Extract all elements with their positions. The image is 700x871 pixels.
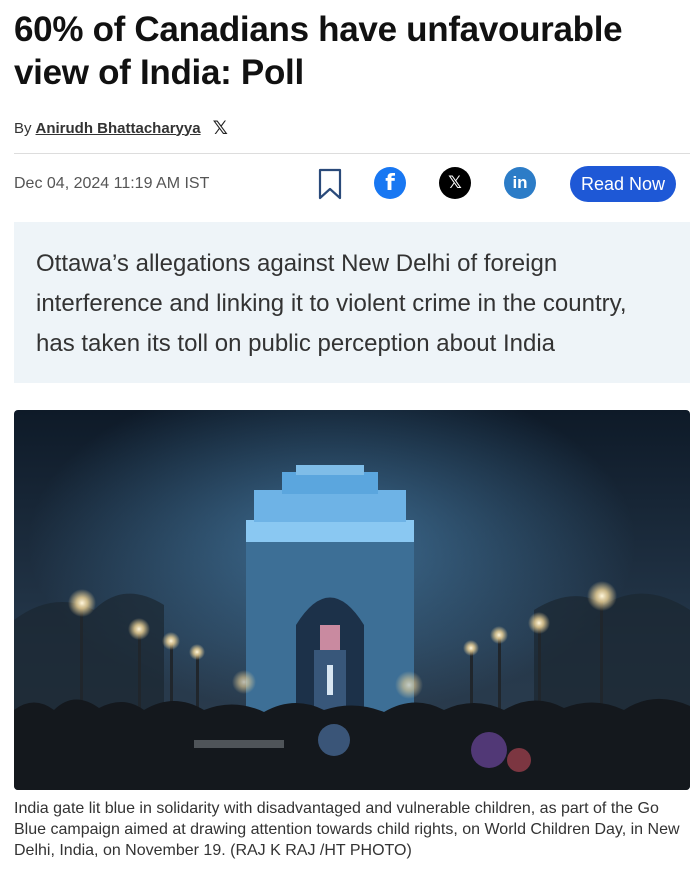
article-photo[interactable] <box>14 410 690 790</box>
author-link[interactable]: Anirudh Bhattacharyya <box>36 120 201 137</box>
india-gate-photo <box>14 410 690 790</box>
divider <box>14 153 690 154</box>
x-share-button[interactable]: 𝕏 <box>439 167 471 199</box>
publish-date: Dec 04, 2024 11:19 AM IST <box>14 175 210 192</box>
article-headline: 60% of Canadians have unfavourable view … <box>14 10 623 92</box>
article-summary: Ottawa’s allegations against New Delhi o… <box>14 222 690 383</box>
photo-caption: India gate lit blue in solidarity with d… <box>14 800 680 859</box>
author-x-icon[interactable]: 𝕏 <box>213 117 228 139</box>
meta-row: Dec 04, 2024 11:19 AM IST f 𝕏 in Read No… <box>14 162 686 206</box>
bookmark-icon[interactable] <box>317 168 343 200</box>
facebook-share-button[interactable]: f <box>374 167 406 199</box>
read-now-button[interactable]: Read Now <box>570 166 676 202</box>
byline: By Anirudh Bhattacharyya 𝕏 <box>14 117 228 139</box>
linkedin-share-button[interactable]: in <box>504 167 536 199</box>
byline-prefix: By <box>14 119 32 137</box>
